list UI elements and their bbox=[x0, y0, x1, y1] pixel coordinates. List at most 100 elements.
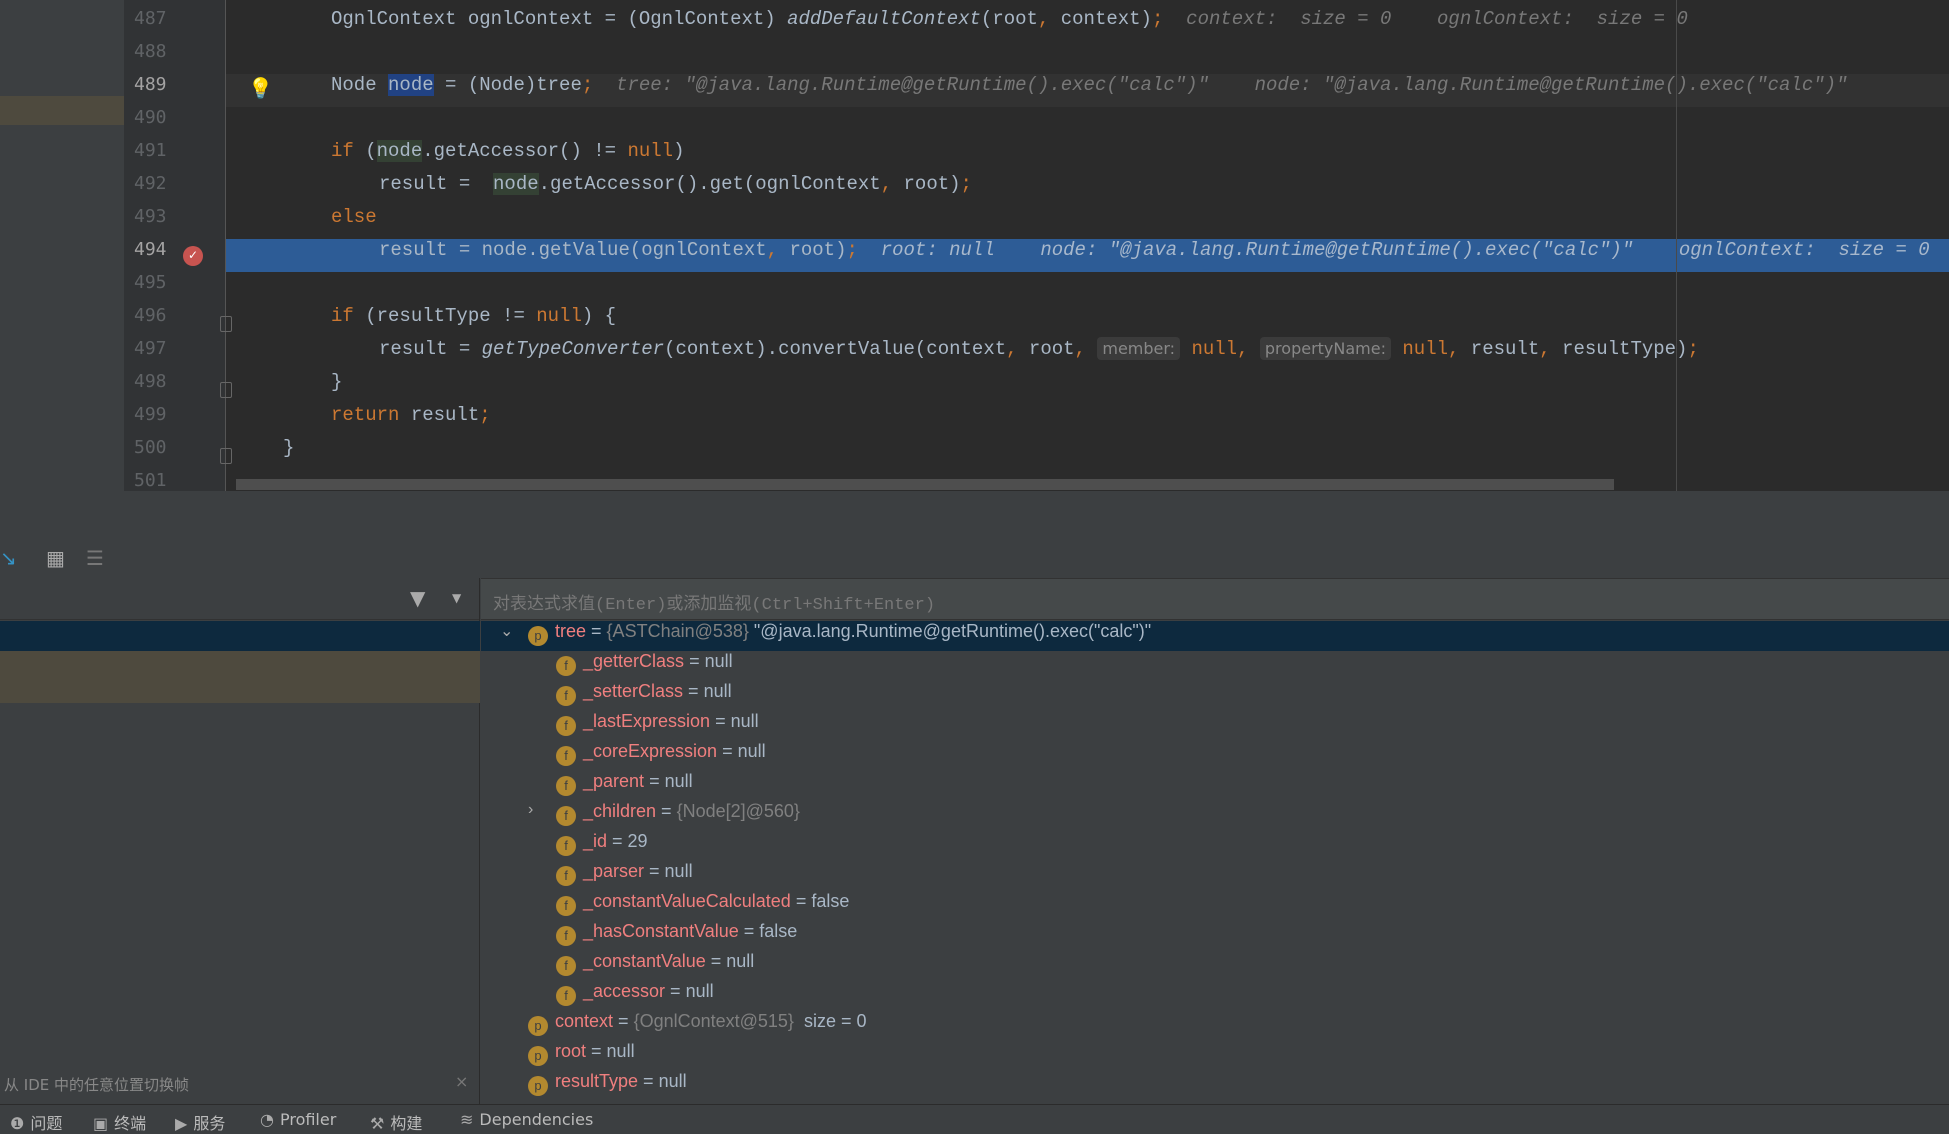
statusbar-tab[interactable]: ▶ 服务 bbox=[175, 1110, 225, 1134]
code-token: ( bbox=[353, 140, 377, 162]
code-token: (context).convertValue(context bbox=[664, 338, 1007, 360]
variable-row[interactable]: f _lastExpression = null bbox=[481, 711, 1949, 741]
code-token: node bbox=[388, 74, 434, 96]
statusbar-tab[interactable]: ❶ 问题 bbox=[10, 1110, 62, 1134]
parameter-hint: member: bbox=[1097, 337, 1181, 360]
step-cursor-icon[interactable]: ↘ bbox=[0, 546, 17, 570]
settings-list-icon[interactable]: ☰ bbox=[86, 546, 104, 570]
equals: = bbox=[717, 741, 738, 761]
variable-row[interactable]: p root = null bbox=[481, 1041, 1949, 1071]
calculator-icon[interactable]: ▦ bbox=[46, 546, 65, 570]
field-icon: f bbox=[556, 656, 576, 676]
variable-row[interactable]: p context = {OgnlContext@515} size = 0 bbox=[481, 1011, 1949, 1041]
equals: = bbox=[665, 981, 686, 1001]
variable-value: false bbox=[811, 891, 850, 911]
code-editor[interactable]: 487 OgnlContext ognlContext = (OgnlContex… bbox=[0, 0, 1949, 491]
field-icon: f bbox=[556, 746, 576, 766]
variable-name: _constantValueCalculated bbox=[583, 891, 791, 911]
variable-value: 29 bbox=[627, 831, 648, 851]
chevron-down-icon[interactable]: ⌄ bbox=[500, 621, 513, 641]
variable-row[interactable]: f _getterClass = null bbox=[481, 651, 1949, 681]
code-line[interactable]: OgnlContext ognlContext = (OgnlContext) … bbox=[226, 8, 1949, 41]
field-icon: f bbox=[556, 866, 576, 886]
variable-row[interactable]: f _parser = null bbox=[481, 861, 1949, 891]
statusbar-label: Profiler bbox=[279, 1110, 337, 1129]
variable-row[interactable]: f _coreExpression = null bbox=[481, 741, 1949, 771]
variable-row[interactable]: f _id = 29 bbox=[481, 831, 1949, 861]
code-line[interactable] bbox=[226, 107, 1949, 140]
code-line[interactable]: } bbox=[226, 371, 1949, 404]
code-token: } bbox=[331, 371, 343, 393]
breakpoint-icon[interactable]: ✓ bbox=[183, 246, 203, 266]
variable-row[interactable]: f _accessor = null bbox=[481, 981, 1949, 1011]
build-icon: ⚒ bbox=[370, 1114, 385, 1133]
equals: = bbox=[586, 1041, 607, 1061]
evaluate-expression-input[interactable]: 对表达式求值(Enter)或添加监视(Ctrl+Shift+Enter) bbox=[481, 578, 1949, 620]
code-line[interactable]: Node node = (Node)tree; tree: "@java.lan… bbox=[226, 74, 1949, 107]
frame-row[interactable] bbox=[0, 651, 480, 703]
code-line[interactable]: if (node.getAccessor() != null) bbox=[226, 140, 1949, 173]
code-line[interactable]: return result; bbox=[226, 404, 1949, 437]
field-icon: f bbox=[556, 896, 576, 916]
parameter-icon: p bbox=[528, 1016, 548, 1036]
code-line[interactable]: } bbox=[226, 437, 1949, 470]
code-token: if bbox=[331, 140, 354, 162]
lightbulb-icon[interactable]: 💡 bbox=[248, 76, 273, 100]
equals: = bbox=[644, 861, 665, 881]
left-strip bbox=[0, 0, 124, 491]
line-number: 500 bbox=[134, 437, 167, 458]
variable-row[interactable]: f _parent = null bbox=[481, 771, 1949, 801]
variable-row[interactable]: p resultType = null bbox=[481, 1071, 1949, 1101]
line-number: 501 bbox=[134, 470, 167, 491]
code-line[interactable]: result = node.getAccessor().get(ognlCont… bbox=[226, 173, 1949, 206]
variable-value: null bbox=[664, 861, 693, 881]
equals: = bbox=[738, 921, 760, 941]
fold-icon[interactable] bbox=[220, 316, 232, 332]
frames-panel: ▼ ▼ 从 IDE 中的任意位置切换帧 × bbox=[0, 578, 480, 1104]
code-token: root) bbox=[778, 239, 847, 261]
field-icon: f bbox=[556, 806, 576, 826]
dropdown-icon[interactable]: ▼ bbox=[452, 591, 461, 605]
code-token: .getAccessor().get(ognlContext bbox=[538, 173, 881, 195]
variable-name: tree bbox=[555, 621, 587, 641]
code-token: null bbox=[1402, 338, 1448, 360]
code-line[interactable]: else bbox=[226, 206, 1949, 239]
line-number: 492 bbox=[134, 173, 167, 194]
code-line[interactable]: if (resultType != null) { bbox=[226, 305, 1949, 338]
statusbar-tab[interactable]: ◔ Profiler bbox=[260, 1110, 336, 1129]
equals: = bbox=[638, 1071, 659, 1091]
code-token: result = bbox=[379, 173, 494, 195]
variable-value: false bbox=[759, 921, 798, 941]
code-line[interactable] bbox=[226, 272, 1949, 305]
code-line[interactable] bbox=[226, 41, 1949, 74]
filter-icon[interactable]: ▼ bbox=[410, 586, 425, 610]
variable-row[interactable]: › f _children = {Node[2]@560} bbox=[481, 801, 1949, 831]
equals: = bbox=[684, 651, 705, 671]
statusbar-tab[interactable]: ▣ 终端 bbox=[93, 1110, 146, 1134]
code-token: result = node.getValue(ognlContext bbox=[379, 239, 767, 261]
chevron-right-icon[interactable]: › bbox=[528, 801, 533, 819]
variable-value: null bbox=[704, 651, 733, 671]
variable-row[interactable]: f _constantValue = null bbox=[481, 951, 1949, 981]
statusbar-tab[interactable]: ⚒ 构建 bbox=[370, 1110, 422, 1134]
close-hint-button[interactable]: × bbox=[455, 1072, 468, 1091]
inline-debug-value: tree: "@java.lang.Runtime@getRuntime().e… bbox=[593, 74, 1848, 96]
equals: = bbox=[705, 951, 727, 971]
variable-row[interactable]: ⌄ p tree = {ASTChain@538} "@java.lang.Runt… bbox=[481, 621, 1949, 651]
fold-icon[interactable] bbox=[220, 448, 232, 464]
statusbar-tab[interactable]: ≋ Dependencies bbox=[460, 1110, 593, 1129]
variable-row[interactable]: f _constantValueCalculated = false bbox=[481, 891, 1949, 921]
variable-value: "@java.lang.Runtime@getRuntime().exec("c… bbox=[753, 621, 1152, 641]
fold-icon[interactable] bbox=[220, 382, 232, 398]
variable-row[interactable]: f _setterClass = null bbox=[481, 681, 1949, 711]
code-line[interactable]: result = node.getValue(ognlContext, root… bbox=[226, 239, 1949, 272]
horizontal-scrollbar[interactable] bbox=[236, 479, 1614, 490]
frame-row-selected[interactable] bbox=[0, 621, 480, 651]
equals: = bbox=[656, 801, 677, 821]
variable-row[interactable]: f _hasConstantValue = false bbox=[481, 921, 1949, 951]
line-number: 490 bbox=[134, 107, 167, 128]
code-token: node bbox=[376, 140, 423, 162]
code-line[interactable]: result = getTypeConverter(context).conve… bbox=[226, 337, 1949, 371]
